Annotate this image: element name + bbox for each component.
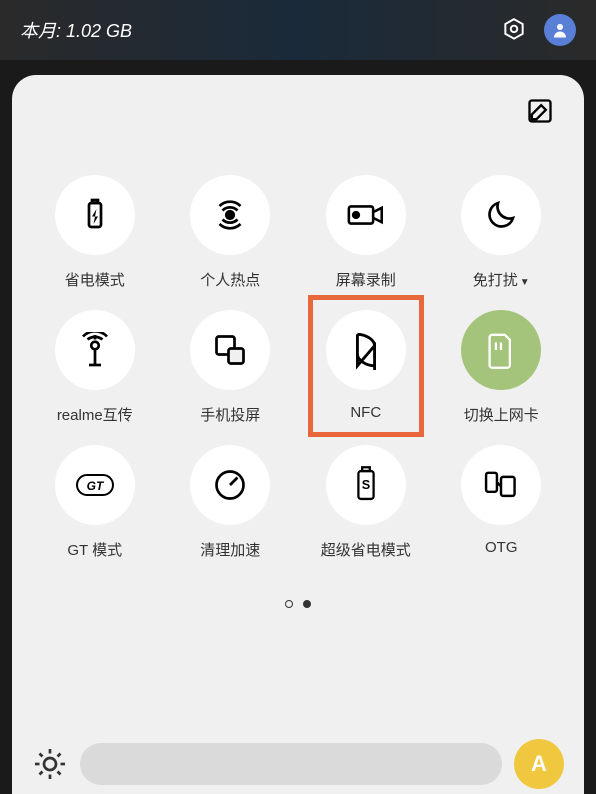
tile-label: 个人热点 xyxy=(200,269,260,290)
brightness-bar: A xyxy=(12,734,584,794)
brightness-icon xyxy=(32,746,68,782)
chevron-down-icon: ▼ xyxy=(520,277,530,288)
gt-icon: GT xyxy=(55,445,135,525)
tile-hotspot[interactable]: 个人热点 xyxy=(168,175,294,290)
highlight-frame xyxy=(308,295,424,437)
tile-label: 切换上网卡 xyxy=(464,404,539,425)
realme-share-icon xyxy=(55,310,135,390)
tile-super-saver[interactable]: S 超级省电模式 xyxy=(303,445,429,560)
tile-gt-mode[interactable]: GT GT 模式 xyxy=(32,445,158,560)
settings-icon[interactable] xyxy=(499,15,529,45)
tile-label: 清理加速 xyxy=(200,539,260,560)
status-icons xyxy=(499,14,576,46)
tile-sim-switch[interactable]: 切换上网卡 xyxy=(439,310,565,425)
tiles-grid: 省电模式 个人热点 屏幕录制 免打扰▼ realme互传 手机投屏 NFC xyxy=(32,175,564,560)
battery-saver-icon xyxy=(55,175,135,255)
tile-realme-share[interactable]: realme互传 xyxy=(32,310,158,425)
brightness-slider[interactable] xyxy=(80,743,502,785)
tile-nfc[interactable]: NFC xyxy=(303,310,429,425)
svg-text:GT: GT xyxy=(86,479,104,493)
tile-label: OTG xyxy=(485,539,518,556)
page-dot[interactable] xyxy=(285,600,293,608)
auto-brightness-button[interactable]: A xyxy=(514,739,564,789)
tile-label: 屏幕录制 xyxy=(336,269,396,290)
sim-icon xyxy=(461,310,541,390)
tile-label: 超级省电模式 xyxy=(321,539,411,560)
screen-record-icon xyxy=(326,175,406,255)
tile-label: 免打扰▼ xyxy=(473,269,530,290)
cleanup-icon xyxy=(190,445,270,525)
otg-icon xyxy=(461,445,541,525)
tile-battery-saver[interactable]: 省电模式 xyxy=(32,175,158,290)
hotspot-icon xyxy=(190,175,270,255)
tile-label: realme互传 xyxy=(57,404,133,425)
super-saver-icon: S xyxy=(326,445,406,525)
tile-dnd[interactable]: 免打扰▼ xyxy=(439,175,565,290)
svg-text:S: S xyxy=(362,478,370,492)
data-usage-label: 本月: 1.02 GB xyxy=(20,17,132,43)
quick-settings-panel: 省电模式 个人热点 屏幕录制 免打扰▼ realme互传 手机投屏 NFC xyxy=(12,75,584,794)
cast-icon xyxy=(190,310,270,390)
page-dot-active[interactable] xyxy=(303,600,311,608)
profile-icon[interactable] xyxy=(544,14,576,46)
edit-button[interactable] xyxy=(526,97,554,125)
dnd-icon xyxy=(461,175,541,255)
tile-cleanup[interactable]: 清理加速 xyxy=(168,445,294,560)
page-indicator xyxy=(32,600,564,608)
tile-label: 省电模式 xyxy=(65,269,125,290)
tile-screen-record[interactable]: 屏幕录制 xyxy=(303,175,429,290)
status-bar: 本月: 1.02 GB xyxy=(0,0,596,60)
tile-label: GT 模式 xyxy=(67,539,122,560)
tile-cast[interactable]: 手机投屏 xyxy=(168,310,294,425)
tile-otg[interactable]: OTG xyxy=(439,445,565,560)
tile-label: 手机投屏 xyxy=(200,404,260,425)
